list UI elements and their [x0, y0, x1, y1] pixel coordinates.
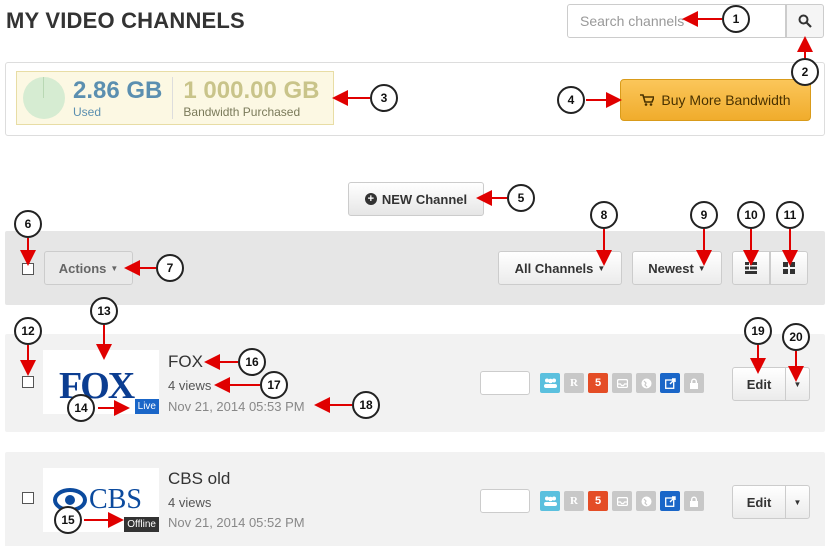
channel-checkbox[interactable] [22, 492, 34, 504]
actions-dropdown[interactable]: Actions ▼ [44, 251, 133, 285]
chevron-down-icon: ▼ [110, 263, 119, 273]
callout-marker: 2 [791, 58, 819, 86]
status-badge: Live [134, 399, 159, 414]
purchased-value: 1 000.00 GB [183, 76, 320, 104]
channel-date: Nov 21, 2014 05:52 PM [168, 515, 305, 530]
plus-circle-icon: + [364, 193, 377, 205]
channel-title[interactable]: FOX [168, 352, 203, 372]
callout-marker: 11 [776, 201, 804, 229]
edit-button[interactable]: Edit [732, 367, 786, 401]
callout-marker: 18 [352, 391, 380, 419]
external-link-icon[interactable] [660, 491, 680, 511]
lock-icon[interactable] [684, 491, 704, 511]
callout-marker: 1 [722, 5, 750, 33]
buy-bandwidth-button[interactable]: Buy More Bandwidth [620, 79, 811, 121]
channel-order-input[interactable] [480, 371, 530, 395]
callout-marker: 14 [67, 394, 95, 422]
new-channel-button[interactable]: + NEW Channel [348, 182, 484, 216]
channel-status-icons: R 5 [540, 373, 704, 393]
inbox-icon[interactable] [612, 491, 632, 511]
callout-marker: 10 [737, 201, 765, 229]
new-channel-label: NEW Channel [381, 191, 468, 207]
html5-icon[interactable]: 5 [588, 491, 608, 511]
callout-marker: 20 [782, 323, 810, 351]
list-view-icon [745, 262, 757, 274]
lock-icon[interactable] [684, 373, 704, 393]
grid-view-button[interactable] [770, 251, 808, 285]
search-button[interactable] [786, 4, 824, 38]
sort-dropdown[interactable]: Newest ▼ [632, 251, 722, 285]
edit-dropdown-toggle[interactable]: ▼ [785, 485, 810, 519]
chevron-down-icon: ▼ [597, 263, 606, 273]
buy-bandwidth-label: Buy More Bandwidth [661, 92, 791, 108]
sort-label: Newest [648, 260, 694, 276]
channel-row: FOX Live FOX 4 views Nov 21, 2014 05:53 … [5, 334, 825, 432]
cart-icon [640, 94, 655, 106]
callout-marker: 19 [744, 317, 772, 345]
r-icon[interactable]: R [564, 491, 584, 511]
used-stat: 2.86 GB Used [73, 76, 163, 119]
channel-status-icons: R 5 [540, 491, 704, 511]
chevron-down-icon: ▼ [793, 379, 802, 389]
search-box [567, 4, 786, 38]
search-input[interactable] [568, 5, 785, 37]
users-icon[interactable] [540, 491, 560, 511]
status-badge: Offline [124, 517, 159, 532]
html5-icon[interactable]: 5 [588, 373, 608, 393]
list-view-button[interactable] [732, 251, 770, 285]
channel-order-input[interactable] [480, 489, 530, 513]
callout-marker: 6 [14, 210, 42, 238]
callout-marker: 17 [260, 371, 288, 399]
callout-marker: 5 [507, 184, 535, 212]
channel-logo-text: CBS [89, 484, 142, 515]
channel-thumbnail[interactable]: FOX Live [43, 350, 159, 414]
callout-marker: 4 [557, 86, 585, 114]
callout-marker: 7 [156, 254, 184, 282]
users-icon[interactable] [540, 373, 560, 393]
channel-views: 4 views [168, 378, 212, 393]
bandwidth-usage-box: 2.86 GB Used 1 000.00 GB Bandwidth Purch… [16, 71, 334, 125]
globe-icon[interactable] [636, 373, 656, 393]
external-link-icon[interactable] [660, 373, 680, 393]
search-icon [798, 14, 812, 28]
channel-views: 4 views [168, 495, 212, 510]
used-value: 2.86 GB [73, 76, 163, 104]
inbox-icon[interactable] [612, 373, 632, 393]
grid-view-icon [783, 262, 795, 274]
channel-date: Nov 21, 2014 05:53 PM [168, 399, 305, 414]
purchased-label: Bandwidth Purchased [183, 104, 301, 119]
usage-pie-icon [23, 77, 65, 119]
callout-marker: 15 [54, 506, 82, 534]
channel-title[interactable]: CBS old [168, 469, 230, 489]
callout-marker: 3 [370, 84, 398, 112]
filter-label: All Channels [514, 260, 594, 276]
select-all-checkbox[interactable] [22, 263, 34, 275]
purchased-stat: 1 000.00 GB Bandwidth Purchased [183, 76, 320, 119]
bandwidth-panel: 2.86 GB Used 1 000.00 GB Bandwidth Purch… [5, 62, 825, 136]
channel-checkbox[interactable] [22, 376, 34, 388]
actions-label: Actions [58, 260, 107, 276]
callout-marker: 9 [690, 201, 718, 229]
chevron-down-icon: ▼ [793, 497, 802, 507]
callout-marker: 12 [14, 317, 42, 345]
callout-marker: 13 [90, 297, 118, 325]
callout-marker: 16 [238, 348, 266, 376]
channels-toolbar: Actions ▼ All Channels ▼ Newest ▼ [5, 231, 825, 305]
globe-icon[interactable] [636, 491, 656, 511]
channel-row: CBS Offline CBS old 4 views Nov 21, 2014… [5, 452, 825, 546]
filter-dropdown[interactable]: All Channels ▼ [498, 251, 622, 285]
used-label: Used [73, 104, 102, 119]
chevron-down-icon: ▼ [697, 263, 706, 273]
r-icon[interactable]: R [564, 373, 584, 393]
callout-marker: 8 [590, 201, 618, 229]
edit-dropdown-toggle[interactable]: ▼ [785, 367, 810, 401]
edit-button[interactable]: Edit [732, 485, 786, 519]
page-title: MY VIDEO CHANNELS [6, 8, 245, 33]
divider [172, 77, 174, 119]
